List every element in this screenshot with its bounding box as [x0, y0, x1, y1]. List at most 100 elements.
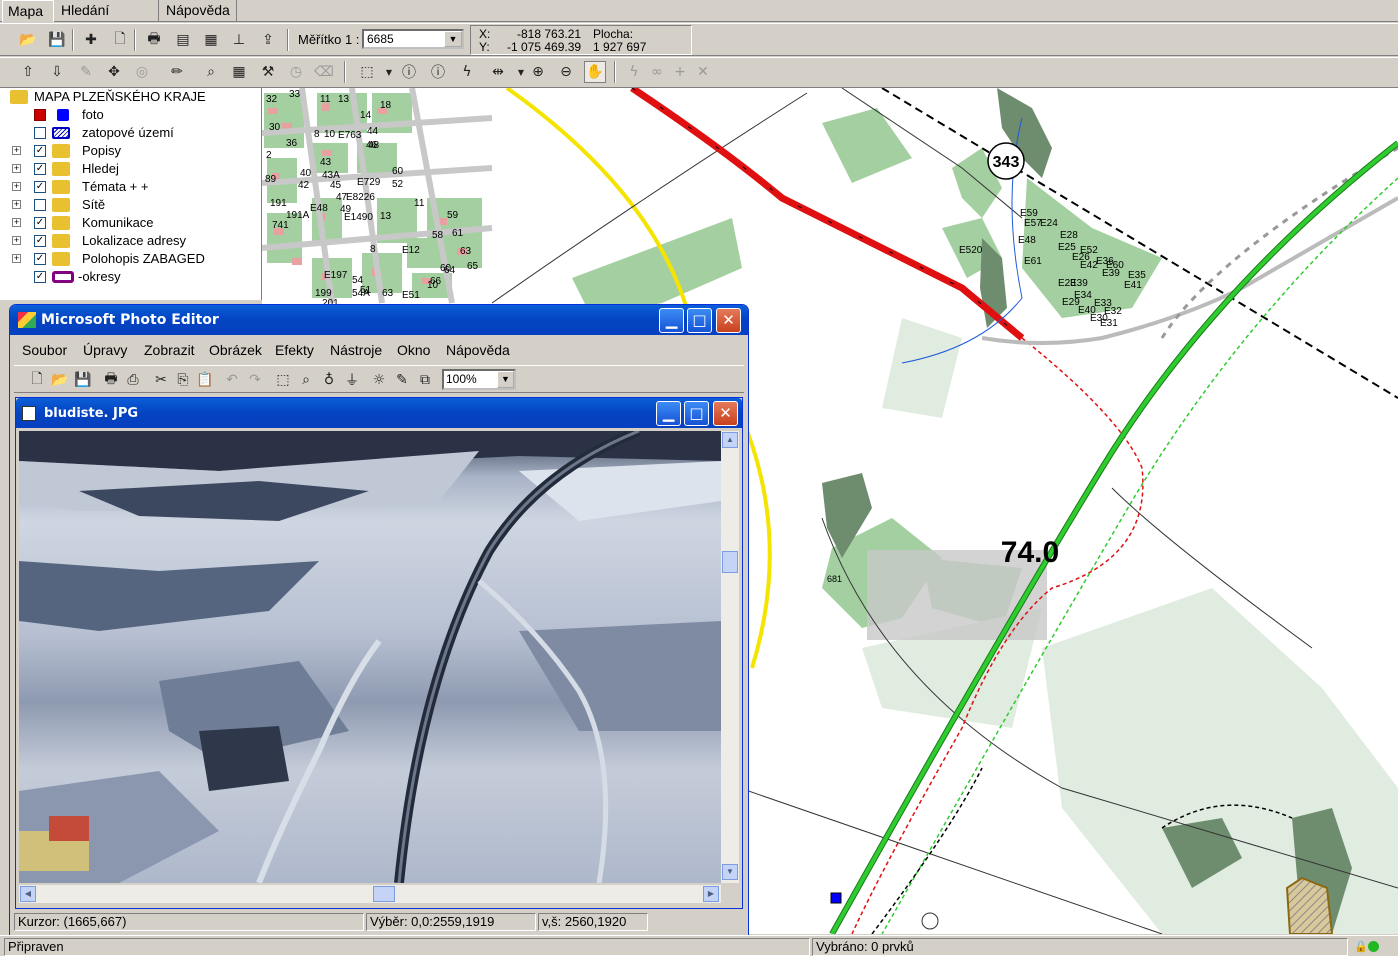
- zoom-dropdown-arrow[interactable]: ▼: [497, 371, 514, 388]
- scroll-right-icon[interactable]: ▶: [703, 886, 719, 902]
- horizontal-scrollbar[interactable]: ◀ ▶: [19, 885, 721, 903]
- measure-icon[interactable]: ✎: [75, 61, 97, 83]
- layer-checkbox[interactable]: [34, 109, 46, 121]
- aerial-photo[interactable]: [19, 431, 721, 883]
- layer-root[interactable]: MAPA PLZEŇSKÉHO KRAJE: [0, 88, 262, 106]
- binoculars-icon[interactable]: ⌕: [200, 61, 222, 83]
- menu-obrazek[interactable]: Obrázek: [209, 339, 262, 361]
- doc-minimize-icon[interactable]: ▁: [656, 401, 681, 426]
- link-icon[interactable]: ∞: [646, 61, 668, 83]
- expand-icon[interactable]: +: [12, 236, 21, 245]
- new-document-icon[interactable]: 🗋: [109, 29, 131, 51]
- measure-distance-icon[interactable]: ⇹: [487, 61, 509, 83]
- redo-icon[interactable]: ↷: [244, 369, 266, 391]
- table-icon[interactable]: ▤: [172, 29, 194, 51]
- expand-icon[interactable]: +: [12, 200, 21, 209]
- expand-icon[interactable]: +: [12, 146, 21, 155]
- layer-item-komunikace[interactable]: + ✓ Komunikace: [0, 214, 262, 232]
- eyedropper-icon[interactable]: ♁: [318, 369, 340, 391]
- document-window[interactable]: bludiste. JPG ▁ □ ✕ ▲ ▼ ◀ ▶: [15, 397, 743, 909]
- eraser-icon[interactable]: ⌫: [313, 61, 335, 83]
- expand-icon[interactable]: +: [12, 164, 21, 173]
- expand-icon[interactable]: +: [12, 218, 21, 227]
- menu-napoveda[interactable]: Nápověda: [446, 339, 510, 361]
- layer-item-lokalizace[interactable]: + ✓ Lokalizace adresy: [0, 232, 262, 250]
- copy-icon[interactable]: ⎘: [172, 369, 194, 391]
- zoom-icon[interactable]: ⌕: [295, 369, 317, 391]
- resize-icon[interactable]: ⧉: [414, 369, 436, 391]
- layer-checkbox[interactable]: ✓: [34, 145, 46, 157]
- layer-item-site[interactable]: + Sítě: [0, 196, 262, 214]
- layer-checkbox[interactable]: [34, 127, 46, 139]
- minimize-icon[interactable]: ▁: [659, 308, 684, 333]
- menu-nastroje[interactable]: Nástroje: [330, 339, 382, 361]
- layer-item-popisy[interactable]: + ✓ Popisy: [0, 142, 262, 160]
- layer-down-icon[interactable]: ⇩: [46, 61, 68, 83]
- tools-icon[interactable]: ⚒: [257, 61, 279, 83]
- delete-icon[interactable]: ✕: [692, 61, 714, 83]
- cut-icon[interactable]: ✂: [150, 369, 172, 391]
- export-icon[interactable]: ⇪: [257, 29, 279, 51]
- layer-checkbox[interactable]: [34, 199, 46, 211]
- layer-checkbox[interactable]: ✓: [34, 217, 46, 229]
- new-file-icon[interactable]: 🗋: [26, 369, 48, 391]
- edit-lightning-icon[interactable]: ϟ: [623, 61, 645, 83]
- layer-item-polohopis[interactable]: + ✓ Polohopis ZABAGED: [0, 250, 262, 268]
- doc-close-icon[interactable]: ✕: [713, 401, 738, 426]
- info-query-icon[interactable]: ⓘ: [427, 61, 449, 83]
- add-layer-icon[interactable]: ✚: [80, 29, 102, 51]
- menu-upravy[interactable]: Úpravy: [83, 339, 127, 361]
- menu-okno[interactable]: Okno: [397, 339, 430, 361]
- zoom-extent-icon[interactable]: ◎: [131, 61, 153, 83]
- horizontal-scroll-thumb[interactable]: [373, 886, 395, 902]
- legend-icon[interactable]: ▦: [200, 29, 222, 51]
- select-icon[interactable]: ⬚: [356, 61, 378, 83]
- expand-icon[interactable]: +: [12, 254, 21, 263]
- print-icon[interactable]: 🖶: [100, 369, 122, 391]
- vertical-scrollbar[interactable]: ▲ ▼: [721, 431, 739, 883]
- layer-checkbox[interactable]: ✓: [34, 253, 46, 265]
- layer-checkbox[interactable]: ✓: [34, 181, 46, 193]
- select-dropdown-icon[interactable]: ▼: [378, 61, 400, 83]
- layer-up-icon[interactable]: ⇧: [17, 61, 39, 83]
- add-vertex-icon[interactable]: +: [669, 61, 691, 83]
- layer-item-hledej[interactable]: + ✓ Hledej: [0, 160, 262, 178]
- tab-hledani-adresy[interactable]: Hledání adresy: [56, 0, 159, 38]
- scroll-down-icon[interactable]: ▼: [722, 864, 738, 880]
- photo-editor-titlebar[interactable]: Microsoft Photo Editor ▁ □ ✕: [10, 305, 748, 335]
- undo-icon[interactable]: ↶: [221, 369, 243, 391]
- layer-checkbox[interactable]: ✓: [34, 163, 46, 175]
- scroll-left-icon[interactable]: ◀: [20, 886, 36, 902]
- calculator-icon[interactable]: ▦: [228, 61, 250, 83]
- zoom-in-icon[interactable]: ⊕: [527, 61, 549, 83]
- photo-editor-window[interactable]: Microsoft Photo Editor ▁ □ ✕ Soubor Úpra…: [9, 304, 749, 936]
- navigate-icon[interactable]: ✥: [103, 61, 125, 83]
- pan-hand-icon[interactable]: ✋: [584, 61, 606, 83]
- layer-checkbox[interactable]: ✓: [34, 271, 46, 283]
- zoom-out-icon[interactable]: ⊖: [555, 61, 577, 83]
- close-icon[interactable]: ✕: [716, 308, 741, 333]
- layer-item-foto[interactable]: foto: [0, 106, 262, 124]
- sun-icon[interactable]: ☼: [368, 369, 390, 391]
- save-icon[interactable]: 💾: [72, 369, 94, 391]
- layer-item-okresy[interactable]: ✓ -okresy: [0, 268, 262, 286]
- tab-mapa[interactable]: Mapa: [2, 0, 54, 22]
- clock-icon[interactable]: ◷: [285, 61, 307, 83]
- menu-efekty[interactable]: Efekty: [275, 339, 314, 361]
- scale-dropdown-arrow[interactable]: ▼: [444, 31, 462, 47]
- print-icon[interactable]: 🖶: [143, 29, 165, 51]
- info-icon[interactable]: ⓘ: [398, 61, 420, 83]
- layer-item-zatopove[interactable]: zatopové území: [0, 124, 262, 142]
- open-folder-icon[interactable]: 📂: [17, 29, 39, 51]
- paste-icon[interactable]: 📋: [194, 369, 216, 391]
- save-icon[interactable]: 💾: [46, 29, 68, 51]
- doc-maximize-icon[interactable]: □: [684, 401, 709, 426]
- menu-zobrazit[interactable]: Zobrazit: [144, 339, 195, 361]
- vertical-scroll-thumb[interactable]: [722, 551, 738, 573]
- filter-icon[interactable]: ⏚: [341, 369, 363, 391]
- menu-soubor[interactable]: Soubor: [22, 339, 67, 361]
- tab-napoveda[interactable]: Nápověda: [161, 0, 237, 22]
- pen-icon[interactable]: ✎: [391, 369, 413, 391]
- maximize-icon[interactable]: □: [687, 308, 712, 333]
- select-rect-icon[interactable]: ⬚: [272, 369, 294, 391]
